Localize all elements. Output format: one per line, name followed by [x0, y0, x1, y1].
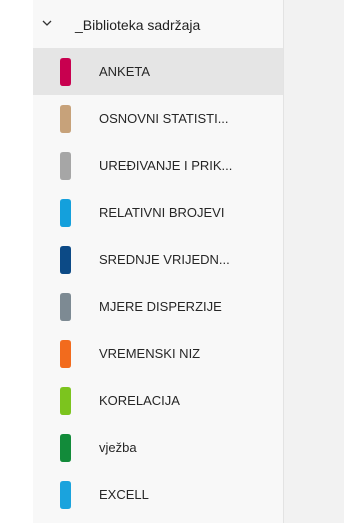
section-item-label: MJERE DISPERZIJE — [99, 299, 222, 314]
section-item[interactable]: UREĐIVANJE I PRIK... — [33, 142, 283, 189]
section-tab-icon — [60, 481, 71, 509]
chevron-down-icon[interactable] — [40, 16, 54, 30]
page-list-area — [283, 0, 344, 523]
section-item[interactable]: ANKETA — [33, 48, 283, 95]
section-tab-icon — [60, 152, 71, 180]
section-item-label: EXCELL — [99, 487, 149, 502]
section-item[interactable]: vježba — [33, 424, 283, 471]
section-item-label: SREDNJE VRIJEDN... — [99, 252, 230, 267]
section-item-label: KORELACIJA — [99, 393, 180, 408]
section-group-title: _Biblioteka sadržaja — [75, 17, 201, 33]
section-tab-icon — [60, 340, 71, 368]
section-tab-icon — [60, 434, 71, 462]
section-item[interactable]: MJERE DISPERZIJE — [33, 283, 283, 330]
section-list: ANKETA OSNOVNI STATISTI... UREĐIVANJE I PR… — [33, 48, 283, 518]
section-tab-icon — [60, 105, 71, 133]
notebook-sections-panel: _Biblioteka sadržaja ANKETA OSNOVNI STATI… — [33, 0, 283, 523]
section-group-header[interactable]: _Biblioteka sadržaja — [33, 8, 283, 42]
section-item-label: ANKETA — [99, 64, 151, 79]
section-tab-icon — [60, 387, 71, 415]
section-item-label: OSNOVNI STATISTI... — [99, 111, 229, 126]
section-item[interactable]: SREDNJE VRIJEDN... — [33, 236, 283, 283]
section-tab-icon — [60, 246, 71, 274]
section-item[interactable]: EXCELL — [33, 471, 283, 518]
section-item-label: vježba — [99, 440, 137, 455]
section-item-label: UREĐIVANJE I PRIK... — [99, 158, 233, 173]
section-item[interactable]: OSNOVNI STATISTI... — [33, 95, 283, 142]
section-item[interactable]: RELATIVNI BROJEVI — [33, 189, 283, 236]
section-tab-icon — [60, 199, 71, 227]
section-item-label: VREMENSKI NIZ — [99, 346, 201, 361]
left-edge — [0, 0, 33, 523]
section-item[interactable]: VREMENSKI NIZ — [33, 330, 283, 377]
section-item[interactable]: KORELACIJA — [33, 377, 283, 424]
section-tab-icon — [60, 293, 71, 321]
section-tab-icon — [60, 58, 71, 86]
section-item-label: RELATIVNI BROJEVI — [99, 205, 225, 220]
